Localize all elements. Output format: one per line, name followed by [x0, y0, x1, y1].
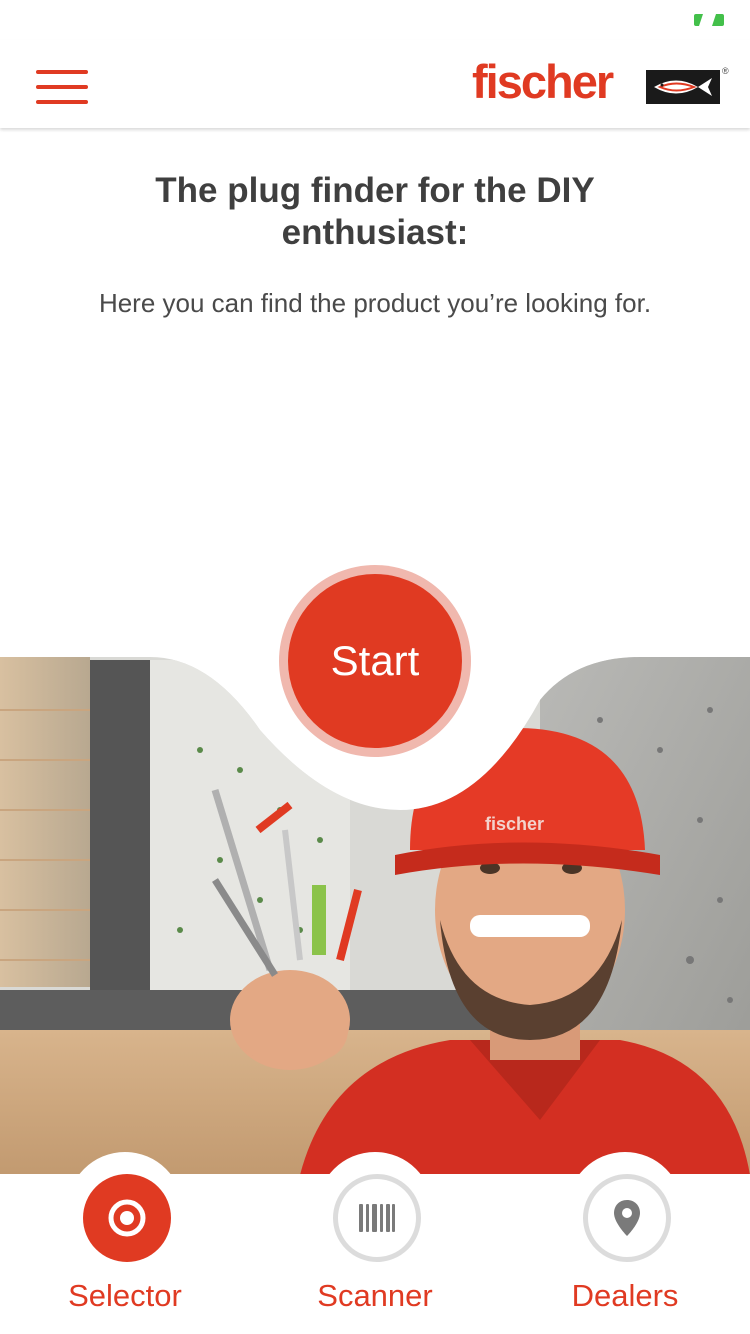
- status-bar: [0, 0, 750, 40]
- barcode-icon: [333, 1174, 421, 1262]
- registered-mark: ®: [722, 66, 729, 76]
- start-button-ring: Start: [279, 565, 471, 757]
- hamburger-menu-icon[interactable]: [36, 70, 88, 106]
- app-header: fischer ®: [0, 40, 750, 128]
- tab-selector-label: Selector: [68, 1278, 182, 1313]
- fish-badge-icon: [646, 70, 720, 104]
- tab-selector[interactable]: Selector: [0, 1152, 250, 1334]
- tab-dealers-label: Dealers: [571, 1278, 679, 1313]
- bottom-navigation: Selector Scanner Dealers: [0, 1152, 750, 1334]
- tab-dealers[interactable]: Dealers: [500, 1152, 750, 1334]
- tab-scanner[interactable]: Scanner: [250, 1152, 500, 1334]
- start-button[interactable]: Start: [288, 574, 462, 748]
- fischer-logo: fischer ®: [472, 56, 732, 108]
- logo-wordmark: fischer: [472, 55, 614, 108]
- tab-scanner-label: Scanner: [317, 1278, 433, 1313]
- location-pin-icon: [583, 1174, 671, 1262]
- page-headline: The plug finder for the DIY enthusiast:: [155, 171, 595, 252]
- svg-text:fischer: fischer: [485, 814, 544, 834]
- target-icon: [83, 1174, 171, 1262]
- battery-icon: [694, 14, 724, 26]
- page-subline: Here you can find the product you’re loo…: [98, 288, 652, 318]
